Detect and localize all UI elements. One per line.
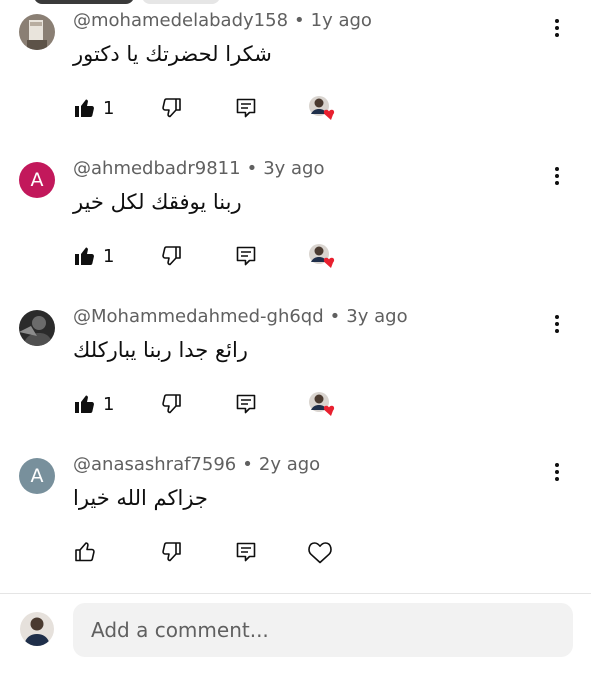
- chip-selected[interactable]: [34, 0, 134, 4]
- reply-icon: [236, 542, 256, 562]
- thumbs-up-icon: [75, 247, 94, 265]
- comment-item: @mohamedelabady158 • 1y ago شكرا لحضرتك يا…: [0, 10, 591, 162]
- like-button[interactable]: 1: [73, 94, 114, 122]
- reply-button[interactable]: [234, 390, 258, 418]
- reply-button[interactable]: [234, 242, 258, 270]
- divider: [0, 593, 591, 594]
- comment-age: 3y ago: [346, 306, 408, 327]
- avatar[interactable]: [19, 14, 55, 50]
- heart-button[interactable]: [306, 538, 334, 566]
- thumbs-up-icon: [75, 542, 95, 562]
- avatar[interactable]: [19, 310, 55, 346]
- comment-item: A @ahmedbadr9811 • 3y ago ربنا يوفقك لكل خ…: [0, 158, 591, 310]
- like-button[interactable]: [73, 538, 103, 566]
- like-count: 1: [103, 393, 115, 415]
- reply-icon: [236, 394, 256, 414]
- comment-meta: @Mohammedahmed-gh6qd • 3y ago: [73, 306, 408, 327]
- thumbs-down-icon: [162, 394, 181, 414]
- comment-text: رائع جدا ربنا يباركلك: [73, 338, 248, 362]
- more-vert-icon[interactable]: [553, 164, 561, 188]
- comment-actions: 1: [73, 94, 373, 124]
- comment-text: ربنا يوفقك لكل خير: [73, 190, 242, 214]
- comment-item: A @anasashraf7596 • 2y ago جزاكم الله خيرا: [0, 454, 591, 606]
- add-comment-input[interactable]: Add a comment...: [73, 603, 573, 657]
- comment-author[interactable]: @anasashraf7596: [73, 454, 236, 475]
- comment-text: جزاكم الله خيرا: [73, 486, 208, 510]
- heart-icon: [308, 542, 332, 564]
- dislike-button[interactable]: [159, 242, 183, 270]
- creator-heart-badge: [308, 390, 338, 420]
- comment-author[interactable]: @mohamedelabady158: [73, 10, 288, 31]
- current-user-avatar: [20, 612, 54, 646]
- more-vert-icon[interactable]: [553, 312, 561, 336]
- more-vert-icon[interactable]: [553, 460, 561, 484]
- comment-author[interactable]: @Mohammedahmed-gh6qd: [73, 306, 324, 327]
- reply-icon: [236, 246, 256, 266]
- separator: •: [329, 306, 341, 327]
- creator-heart-badge: [308, 242, 338, 272]
- comment-age: 1y ago: [310, 10, 372, 31]
- comment-age: 2y ago: [258, 454, 321, 475]
- chip[interactable]: [142, 0, 220, 4]
- comment-item: @Mohammedahmed-gh6qd • 3y ago رائع جدا ربن…: [0, 306, 591, 458]
- comment-age: 3y ago: [263, 158, 325, 179]
- like-count: 1: [103, 245, 115, 267]
- top-chip-bar: [34, 0, 334, 6]
- comment-meta: @anasashraf7596 • 2y ago: [73, 454, 320, 475]
- reply-button[interactable]: [234, 538, 258, 566]
- creator-heart-badge: [308, 94, 338, 124]
- comment-text: شكرا لحضرتك يا دكتور: [73, 42, 272, 66]
- like-count: 1: [103, 97, 115, 119]
- comment-author[interactable]: @ahmedbadr9811: [73, 158, 241, 179]
- thumbs-up-icon: [75, 99, 94, 117]
- like-button[interactable]: 1: [73, 242, 114, 270]
- avatar[interactable]: A: [19, 162, 55, 198]
- more-vert-icon[interactable]: [553, 16, 561, 40]
- comment-meta: @ahmedbadr9811 • 3y ago: [73, 158, 325, 179]
- dislike-button[interactable]: [159, 94, 183, 122]
- comment-meta: @mohamedelabady158 • 1y ago: [73, 10, 372, 31]
- thumbs-down-icon: [162, 98, 181, 118]
- comment-actions: 1: [73, 390, 373, 420]
- like-button[interactable]: 1: [73, 390, 114, 418]
- comment-actions: [73, 538, 373, 568]
- avatar[interactable]: A: [19, 458, 55, 494]
- separator: •: [294, 10, 305, 31]
- dislike-button[interactable]: [159, 390, 183, 418]
- separator: •: [242, 454, 253, 475]
- comment-actions: 1: [73, 242, 373, 272]
- dislike-button[interactable]: [159, 538, 183, 566]
- separator: •: [246, 158, 258, 179]
- thumbs-up-icon: [75, 395, 94, 413]
- thumbs-down-icon: [162, 246, 181, 266]
- thumbs-down-icon: [162, 542, 181, 562]
- reply-button[interactable]: [234, 94, 258, 122]
- reply-icon: [236, 98, 256, 118]
